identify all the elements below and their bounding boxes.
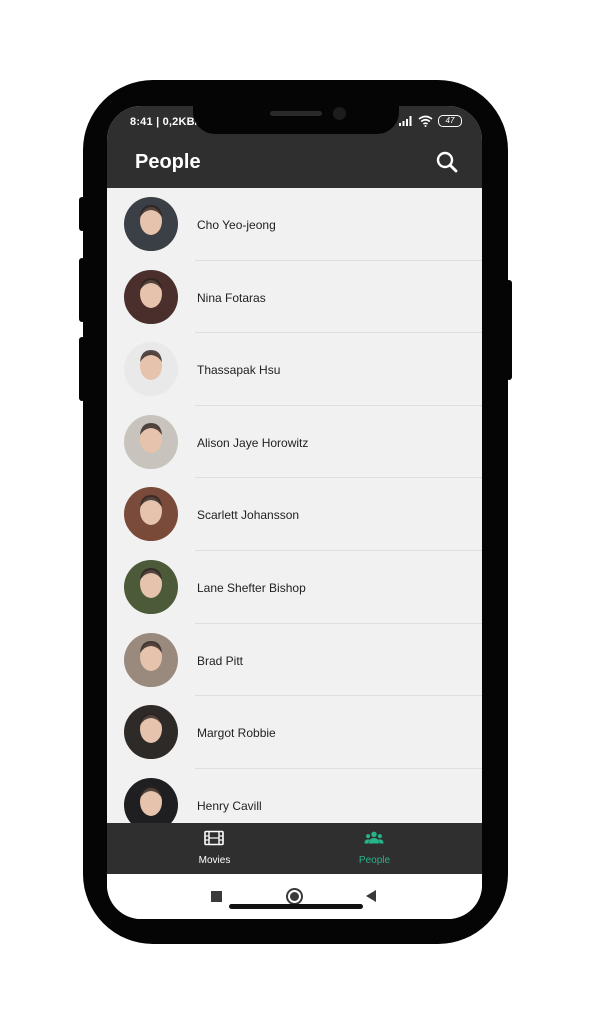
status-time: 8:41 | 0,2KB/ <box>130 116 199 128</box>
list-item[interactable]: Nina Fotaras <box>107 261 482 334</box>
status-bar: 8:41 | 0,2KB/ 47 <box>107 106 482 136</box>
person-name: Scarlett Johansson <box>197 508 300 523</box>
wifi-icon <box>418 115 433 127</box>
person-name: Cho Yeo-jeong <box>197 218 276 232</box>
phone-side-button-left-2 <box>79 258 85 322</box>
system-nav-bar <box>107 874 482 919</box>
gesture-bar[interactable] <box>229 904 363 909</box>
list-item[interactable]: Thassapak Hsu <box>107 333 482 406</box>
avatar <box>124 705 178 760</box>
avatar <box>124 632 178 687</box>
list-item[interactable]: Lane Shefter Bishop <box>107 551 482 624</box>
bottom-nav: Movies People <box>107 823 482 874</box>
avatar <box>124 342 178 397</box>
nav-label-movies: Movies <box>198 855 231 866</box>
phone-side-button-right <box>506 280 512 380</box>
front-camera <box>333 107 346 120</box>
speaker <box>270 111 322 116</box>
person-name: Brad Pitt <box>197 653 244 668</box>
list-item[interactable]: Cho Yeo-jeong <box>107 188 482 261</box>
avatar <box>124 414 178 469</box>
list-item[interactable]: Alison Jaye Horowitz <box>107 406 482 479</box>
avatar <box>124 560 178 614</box>
nav-item-people[interactable]: People <box>281 823 468 874</box>
signal-icon <box>399 116 412 126</box>
status-icons: 47 <box>399 115 462 127</box>
avatar <box>124 777 178 823</box>
person-name: Nina Fotaras <box>197 290 266 305</box>
home-icon[interactable] <box>286 888 303 905</box>
person-name: Margot Robbie <box>197 726 276 741</box>
person-name: Thassapak Hsu <box>197 363 281 378</box>
list-item[interactable]: Henry Cavill <box>107 769 482 823</box>
search-icon <box>436 151 458 173</box>
search-button[interactable] <box>433 148 461 176</box>
nav-label-people: People <box>358 855 391 866</box>
people-list[interactable]: Cho Yeo-jeong Nina Fotaras Thassapak Hsu Al… <box>107 188 482 823</box>
notch <box>193 106 399 134</box>
nav-item-movies[interactable]: Movies <box>121 823 308 874</box>
avatar <box>124 269 178 324</box>
person-name: Henry Cavill <box>197 798 262 813</box>
phone-side-button-left-1 <box>79 197 85 231</box>
phone-screen: 8:41 | 0,2KB/ 47 People Cho Yeo-jeong Ni… <box>107 106 482 919</box>
phone-side-button-left-3 <box>79 337 85 401</box>
back-icon[interactable] <box>366 890 376 902</box>
person-name: Lane Shefter Bishop <box>197 581 306 595</box>
recents-icon[interactable] <box>211 891 222 902</box>
list-item[interactable]: Brad Pitt <box>107 624 482 697</box>
avatar <box>124 197 178 251</box>
list-item[interactable]: Margot Robbie <box>107 696 482 769</box>
film-icon <box>204 830 224 846</box>
page-title: People <box>135 151 201 173</box>
list-item[interactable]: Scarlett Johansson <box>107 478 482 551</box>
battery-icon: 47 <box>438 115 462 127</box>
person-name: Alison Jaye Horowitz <box>197 435 309 450</box>
people-icon <box>364 831 384 844</box>
app-bar: People <box>107 136 482 188</box>
avatar <box>124 487 178 542</box>
home-icon-inner <box>290 892 299 901</box>
